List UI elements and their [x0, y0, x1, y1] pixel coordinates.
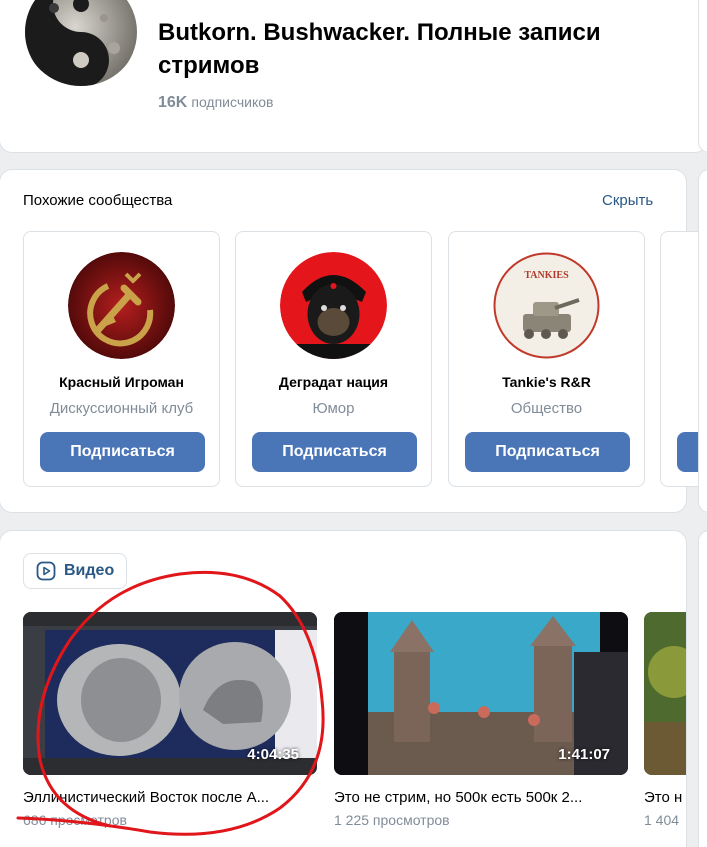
hide-link[interactable]: Скрыть — [602, 192, 653, 209]
subscribers-label: подписчиков — [191, 94, 274, 110]
video-views: 1 404 — [644, 812, 680, 828]
video-title[interactable]: Это не стрим, но 500к есть 500к 2... — [334, 789, 628, 806]
right-column-card — [699, 0, 707, 152]
video-title[interactable]: Это н — [644, 789, 686, 806]
subscribe-button[interactable]: Подписаться — [252, 432, 417, 472]
subscribe-button[interactable]: Подписаться — [40, 432, 205, 472]
video-views: 1 225 просмотров — [334, 812, 450, 828]
video-icon — [36, 561, 56, 581]
similar-item[interactable]: TANKIES Tankie's R&R Общество Подписатьс… — [448, 231, 645, 487]
video-section: Видео 4:04:35 Эллинистический Восток пос… — [0, 531, 686, 847]
community-category: Дискуссионный клуб — [49, 400, 194, 417]
video-title[interactable]: Эллинистический Восток после А... — [23, 789, 317, 806]
community-avatar[interactable] — [280, 252, 387, 359]
community-name[interactable]: Деградат нация — [236, 374, 431, 390]
group-header: Butkorn. Bushwacker. Полные записи стрим… — [0, 0, 707, 152]
video-item[interactable]: 4:04:35 Эллинистический Восток после А..… — [23, 612, 317, 828]
subscribers-number: 16K — [158, 94, 188, 111]
video-duration: 4:04:35 — [247, 746, 299, 763]
right-column-card — [699, 170, 707, 512]
community-name[interactable]: Tankie's R&R — [449, 374, 644, 390]
video-thumbnail[interactable] — [644, 612, 686, 775]
similar-item[interactable]: Деградат нация Юмор Подписаться — [235, 231, 432, 487]
video-views: 686 просмотров — [23, 812, 127, 828]
subscribers-count[interactable]: 16K подписчиков — [158, 94, 273, 112]
video-thumbnail[interactable]: 4:04:35 — [23, 612, 317, 775]
svg-text:TANKIES: TANKIES — [524, 270, 569, 281]
video-duration: 1:41:07 — [558, 746, 610, 763]
similar-communities: Похожие сообщества Скрыть Красный Игрома… — [0, 170, 707, 512]
community-category: Общество — [510, 400, 583, 417]
video-tab[interactable]: Видео — [23, 553, 128, 589]
video-item[interactable]: 1:41:07 Это не стрим, но 500к есть 500к … — [334, 612, 628, 828]
community-category: Юмор — [312, 400, 355, 417]
similar-title: Похожие сообщества — [23, 192, 173, 209]
subscribe-button[interactable]: Подписаться — [465, 432, 630, 472]
community-avatar[interactable] — [68, 252, 175, 359]
group-title: Butkorn. Bushwacker. Полные записи стрим… — [158, 19, 601, 79]
group-avatar[interactable] — [24, 0, 138, 86]
community-name[interactable]: Красный Игроман — [24, 374, 219, 390]
video-tab-label: Видео — [64, 562, 115, 579]
community-avatar[interactable]: TANKIES — [493, 252, 600, 359]
video-item-partial[interactable]: Это н 1 404 — [644, 612, 686, 828]
video-thumbnail[interactable]: 1:41:07 — [334, 612, 628, 775]
similar-item[interactable]: Красный Игроман Дискуссионный клуб Подпи… — [23, 231, 220, 487]
right-column-card — [699, 531, 707, 847]
